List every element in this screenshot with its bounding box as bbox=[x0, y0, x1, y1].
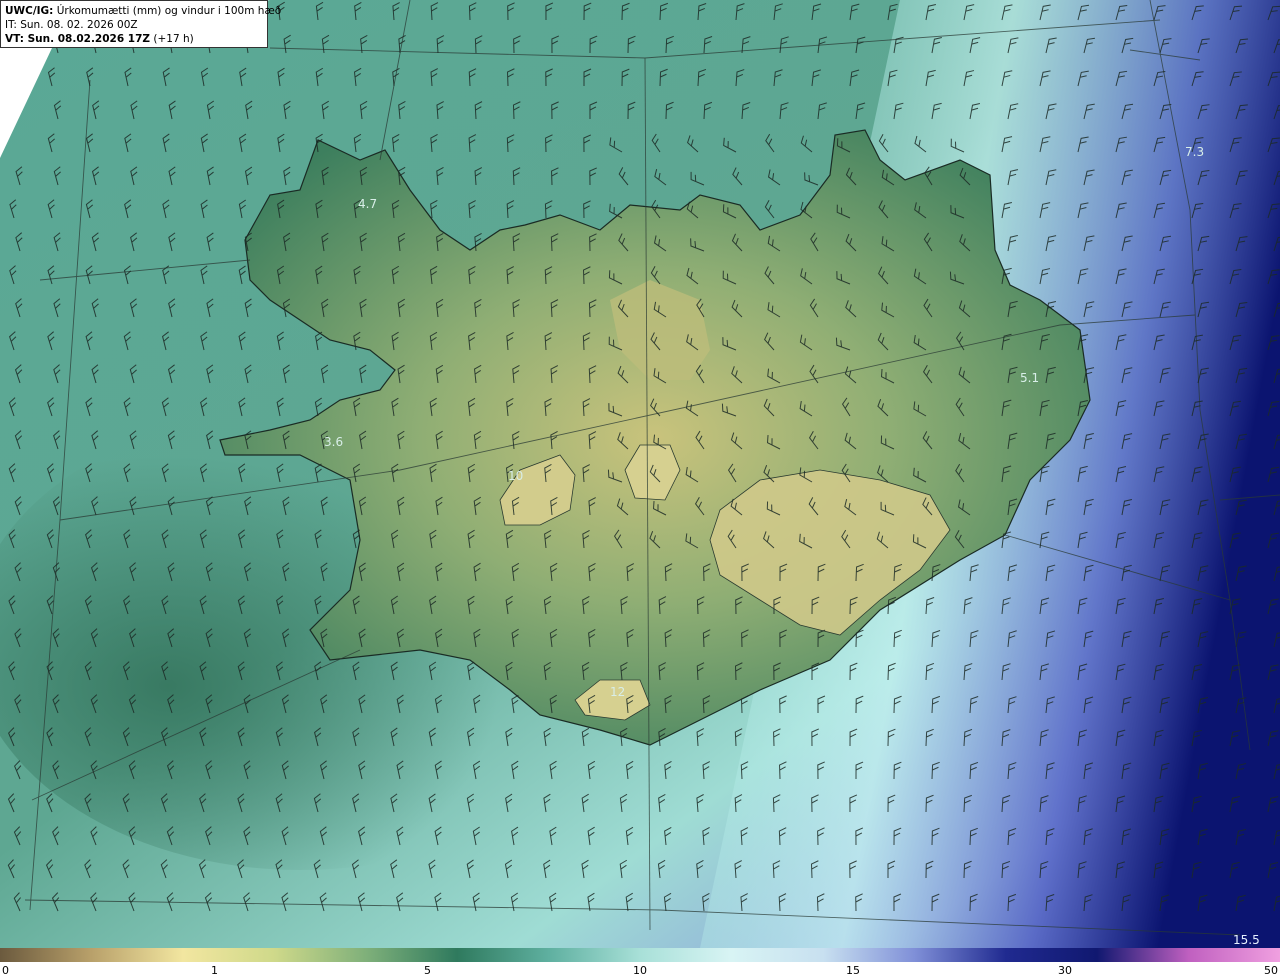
colorbar-tick: 50 bbox=[1264, 964, 1278, 977]
map-info-box: UWC/IG: Úrkomumætti (mm) og vindur i 100… bbox=[0, 0, 281, 48]
colorbar-tick: 10 bbox=[633, 964, 647, 977]
colorbar-gradient bbox=[0, 948, 1280, 962]
title-line: UWC/IG: Úrkomumætti (mm) og vindur i 100… bbox=[5, 4, 281, 18]
map-label: 4.7 bbox=[358, 197, 377, 211]
map-label: 10 bbox=[508, 469, 523, 483]
colorbar-tick: 5 bbox=[424, 964, 431, 977]
map-label: 12 bbox=[610, 685, 625, 699]
colorbar-tick: 0 bbox=[2, 964, 9, 977]
valid-time-line: VT: Sun. 08.02.2026 17Z (+17 h) bbox=[5, 32, 263, 46]
map-label: 7.3 bbox=[1185, 145, 1204, 159]
forecast-hour: (+17 h) bbox=[150, 33, 194, 45]
precipitation-map: 4.7 3.6 5.1 7.3 10 12 bbox=[0, 0, 1280, 948]
initial-time: IT: Sun. 08. 02. 2026 00Z bbox=[5, 19, 138, 31]
valid-time: VT: Sun. 08.02.2026 17Z bbox=[5, 33, 151, 45]
map-label: 3.6 bbox=[324, 435, 343, 449]
colorbar-tick: 15 bbox=[846, 964, 860, 977]
corner-value-label: 15.5 bbox=[1233, 933, 1260, 947]
map-title: Úrkomumætti (mm) og vindur i 100m hæð bbox=[53, 5, 282, 17]
colorbar-tick: 30 bbox=[1058, 964, 1072, 977]
colorbar: 0 1 5 10 15 30 50 bbox=[0, 948, 1280, 978]
map-label: 5.1 bbox=[1020, 371, 1039, 385]
colorbar-tick: 1 bbox=[211, 964, 218, 977]
model-name: UWC/IG: bbox=[5, 5, 54, 17]
